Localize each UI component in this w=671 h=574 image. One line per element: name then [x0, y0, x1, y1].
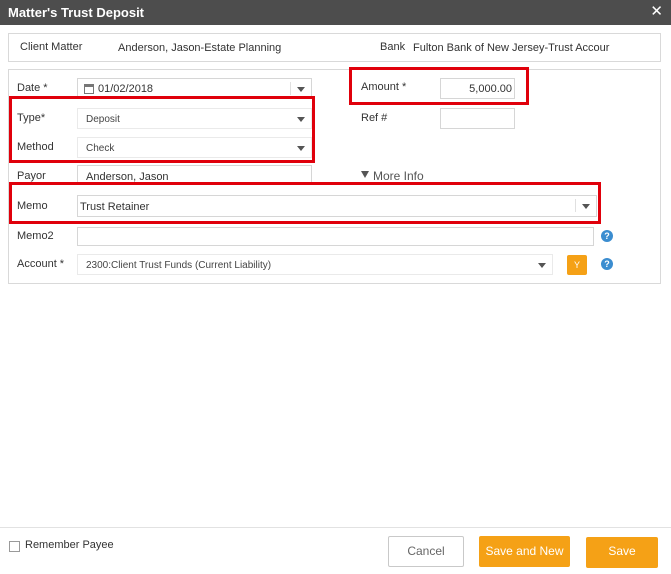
caret-down-icon — [361, 171, 369, 178]
window-title: Matter's Trust Deposit — [8, 5, 145, 20]
bank-label: Bank — [380, 41, 406, 53]
date-label: Date * — [17, 82, 48, 94]
account-select[interactable]: 2300:Client Trust Funds (Current Liabili… — [77, 254, 553, 275]
dialog-footer: Remember Payee Cancel Save and New Save — [0, 527, 671, 574]
chevron-down-icon[interactable] — [538, 263, 546, 268]
chevron-down-icon[interactable] — [297, 117, 305, 122]
ref-label: Ref # — [361, 112, 388, 124]
title-bar: Matter's Trust Deposit ✕ — [0, 0, 671, 25]
ref-field[interactable] — [440, 108, 515, 129]
client-matter-label: Client Matter — [20, 41, 83, 53]
account-help-icon[interactable]: ? — [601, 258, 613, 270]
chevron-down-icon[interactable] — [582, 204, 590, 209]
payor-value: Anderson, Jason — [86, 171, 169, 183]
memo2-help-icon[interactable]: ? — [601, 230, 613, 242]
payor-field[interactable]: Anderson, Jason — [77, 165, 312, 183]
more-info-label: More Info — [373, 169, 424, 183]
remember-payee-checkbox[interactable] — [9, 541, 20, 552]
account-value: 2300:Client Trust Funds (Current Liabili… — [86, 260, 272, 271]
memo2-field[interactable] — [77, 227, 594, 246]
method-value: Check — [86, 143, 115, 154]
memo-label: Memo — [17, 200, 48, 212]
account-label: Account * — [17, 258, 65, 270]
type-value: Deposit — [86, 114, 120, 125]
bank-value: Fulton Bank of New Jersey-Trust Accour — [413, 42, 610, 54]
method-select[interactable]: Check — [77, 137, 312, 158]
deposit-form: Date * 01/02/2018 Amount * 5,000.00 Type… — [8, 69, 661, 284]
amount-value: 5,000.00 — [469, 83, 512, 95]
matter-info-panel: Client Matter Anderson, Jason-Estate Pla… — [8, 33, 661, 62]
date-picker[interactable]: 01/02/2018 — [77, 78, 312, 99]
amount-label: Amount * — [361, 81, 407, 93]
close-icon[interactable]: ✕ — [650, 3, 663, 21]
payor-label: Payor — [17, 170, 46, 182]
chevron-down-icon[interactable] — [297, 87, 305, 92]
memo-value: Trust Retainer — [80, 201, 150, 213]
memo-select[interactable]: Trust Retainer — [77, 195, 597, 217]
dropdown-separator — [575, 199, 576, 212]
type-select[interactable]: Deposit — [77, 108, 312, 129]
cancel-button[interactable]: Cancel — [388, 536, 464, 567]
date-value: 01/02/2018 — [98, 83, 154, 95]
amount-field[interactable]: 5,000.00 — [440, 78, 515, 99]
more-info-toggle[interactable]: More Info — [361, 169, 441, 183]
account-lookup-button[interactable]: Y — [567, 255, 587, 275]
save-button[interactable]: Save — [586, 537, 658, 568]
dropdown-separator — [290, 82, 291, 95]
save-and-new-button[interactable]: Save and New — [479, 536, 570, 567]
remember-payee-label: Remember Payee — [25, 539, 114, 551]
method-label: Method — [17, 141, 54, 153]
type-label: Type* — [17, 112, 46, 124]
client-matter-value: Anderson, Jason-Estate Planning — [118, 42, 282, 54]
memo2-label: Memo2 — [17, 230, 54, 242]
calendar-icon — [84, 84, 94, 94]
chevron-down-icon[interactable] — [297, 146, 305, 151]
